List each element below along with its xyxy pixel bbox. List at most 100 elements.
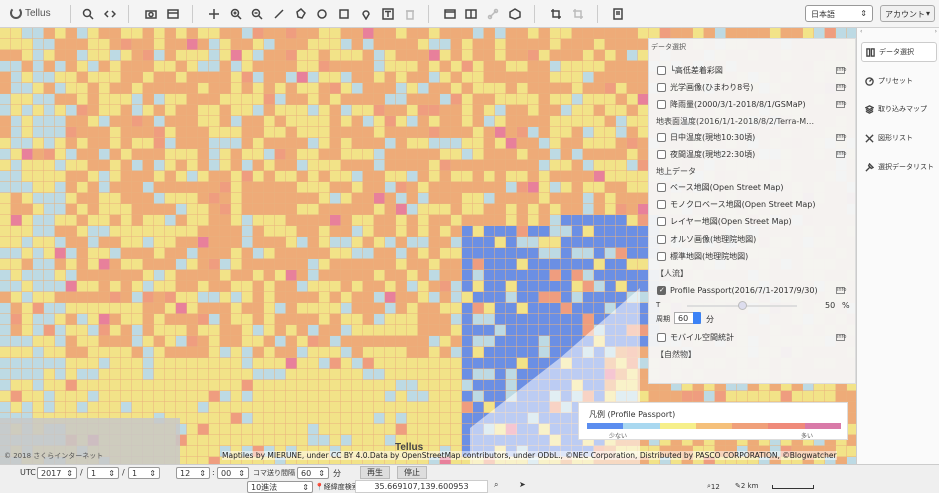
hour-select[interactable]: 12 ⇕ [176, 467, 210, 479]
layer-item-himawari[interactable]: 光学画像(ひまわり8号) [657, 80, 847, 94]
grid-cell [385, 270, 396, 281]
day-select[interactable]: 1 ⇕ [128, 467, 160, 479]
code-icon[interactable] [102, 6, 118, 22]
period-stepper[interactable]: 60 [674, 312, 701, 324]
grid-cell [275, 138, 286, 149]
sidebar-item-shape-list[interactable]: 図形リスト [861, 128, 937, 148]
cursor-icon[interactable]: ➤ [519, 480, 526, 489]
window-icon[interactable] [442, 6, 458, 22]
grid-cell [319, 270, 330, 281]
coord-format-select[interactable]: 10進法 ⇕ [247, 481, 313, 493]
zoom-in-icon[interactable] [228, 6, 244, 22]
link-icon[interactable] [485, 6, 501, 22]
layer-item-night-temp[interactable]: 夜間温度(現地22:30頃) [657, 147, 847, 161]
grid-cell [473, 347, 484, 358]
layer-item-osm-layer[interactable]: レイヤー地図(Open Street Map) [657, 214, 847, 228]
info-icon[interactable]: info [836, 84, 846, 91]
chevron-right-icon[interactable]: › [935, 28, 937, 36]
grid-cell [209, 446, 220, 457]
info-icon[interactable]: info [836, 287, 846, 294]
text-tool-icon[interactable] [380, 6, 396, 22]
checkbox[interactable] [657, 149, 666, 159]
checkbox[interactable] [657, 99, 666, 109]
coord-search-input[interactable]: 35.669107,139.600953 [355, 480, 488, 493]
card-icon[interactable] [165, 6, 181, 22]
layer-item-rainfall[interactable]: 降雨量(2000/3/1-2018/8/1/GSMaP) [657, 97, 847, 111]
legend-min-label: 少ない [609, 433, 628, 440]
info-icon[interactable]: info [836, 334, 846, 341]
sidebar-item-selected-data-list[interactable]: 選択データリスト [861, 157, 937, 177]
pin-tool-icon[interactable] [358, 6, 374, 22]
year-select[interactable]: 2017 ⇕ [37, 467, 77, 479]
layer-item-osm-base[interactable]: ベース地図(Open Street Map) [657, 180, 847, 194]
split-view-icon[interactable] [463, 6, 479, 22]
layer-item-relief[interactable]: └高低差着彩図 [657, 63, 847, 77]
line-tool-icon[interactable] [271, 6, 287, 22]
rectangle-tool-icon[interactable] [336, 6, 352, 22]
grid-cell [473, 391, 484, 402]
checkbox[interactable] [657, 216, 666, 226]
frame-interval-select[interactable]: 60 ⇕ [297, 467, 329, 479]
search-icon[interactable]: ⌕ [494, 480, 498, 490]
circle-tool-icon[interactable] [314, 6, 330, 22]
stop-button[interactable]: 停止 [397, 466, 427, 479]
info-icon[interactable]: info [836, 134, 846, 141]
layer-item-gsi-standard[interactable]: 標準地図(地理院地図) [657, 249, 847, 263]
search-icon[interactable] [80, 6, 96, 22]
camera-icon[interactable] [143, 6, 159, 22]
sidebar-item-imported-map[interactable]: 取り込みマップ [861, 99, 937, 119]
layer-item-ortho[interactable]: オルソ画像(地理院地図) [657, 232, 847, 246]
grid-cell [506, 182, 517, 193]
trash-icon[interactable] [402, 6, 418, 22]
document-icon[interactable] [610, 6, 626, 22]
checkbox[interactable] [657, 82, 666, 92]
sidebar-item-data-select[interactable]: データ選択 [861, 42, 937, 62]
month-select[interactable]: 1 ⇕ [87, 467, 119, 479]
language-select[interactable]: 日本語 ⇕ [805, 5, 873, 22]
checkbox[interactable] [657, 332, 666, 342]
grid-cell [308, 193, 319, 204]
play-button[interactable]: 再生 [360, 466, 390, 479]
layer-item-osm-mono[interactable]: モノクロベース地図(Open Street Map) [657, 197, 847, 211]
checkbox[interactable] [657, 251, 666, 261]
checkbox[interactable] [657, 65, 666, 75]
grid-cell [451, 171, 462, 182]
layer-item-mobile-stats[interactable]: モバイル空間統計 [657, 330, 847, 344]
crop-icon[interactable] [548, 6, 564, 22]
box-icon[interactable] [507, 6, 523, 22]
sidebar-scroll-arrows[interactable]: ‹ › [857, 28, 939, 36]
grid-cell [297, 182, 308, 193]
grid-cell [385, 116, 396, 127]
sidebar-item-preset[interactable]: プリセット [861, 71, 937, 91]
grid-cell [22, 94, 33, 105]
checkbox[interactable] [657, 182, 666, 192]
opacity-slider-knob[interactable] [738, 301, 747, 310]
grid-cell [121, 193, 132, 204]
layer-item-day-temp[interactable]: 日中温度(現地10:30頃) [657, 130, 847, 144]
grid-cell [66, 72, 77, 83]
move-icon[interactable] [206, 6, 222, 22]
grid-cell [374, 50, 385, 61]
checkbox[interactable] [657, 132, 666, 142]
crop-disabled-icon[interactable] [570, 6, 586, 22]
checkbox-checked[interactable] [657, 285, 666, 295]
polygon-tool-icon[interactable] [293, 6, 309, 22]
checkbox[interactable] [657, 234, 666, 244]
grid-cell [495, 116, 506, 127]
account-button[interactable]: アカウント ▾ [880, 5, 935, 22]
grid-cell [440, 160, 451, 171]
info-icon[interactable]: info [836, 151, 846, 158]
layer-item-profile-passport[interactable]: Profile Passport(2016/7/1-2017/9/30) [657, 283, 847, 297]
stepper-arrows-icon[interactable] [693, 312, 701, 324]
checkbox[interactable] [657, 199, 666, 209]
grid-cell [55, 127, 66, 138]
grid-cell [506, 138, 517, 149]
info-icon[interactable]: info [836, 101, 846, 108]
tellus-logo[interactable]: Tellus [10, 6, 60, 20]
minute-select[interactable]: 00 ⇕ [217, 467, 249, 479]
zoom-out-icon[interactable] [249, 6, 265, 22]
chevron-left-icon[interactable]: ‹ [860, 28, 862, 36]
grid-cell [22, 281, 33, 292]
grid-cell [561, 193, 572, 204]
info-icon[interactable]: info [836, 67, 846, 74]
